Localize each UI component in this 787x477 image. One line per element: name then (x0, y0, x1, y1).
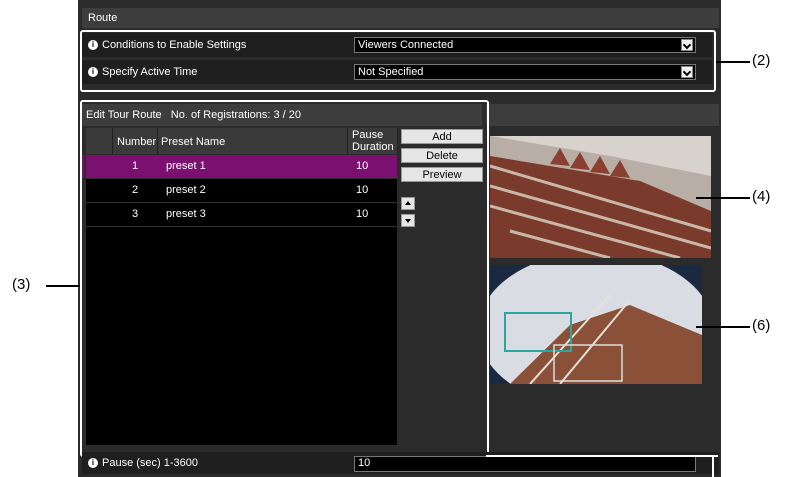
callout-line-3 (46, 285, 80, 287)
callout-box-3 (80, 100, 489, 457)
pause-input-value: 10 (358, 457, 371, 469)
callout-line-6 (696, 326, 750, 328)
callout-label-2: (2) (752, 52, 771, 69)
route-header-title: Route (88, 12, 118, 24)
callout-label-4: (4) (752, 188, 771, 205)
camera-preview (490, 136, 711, 258)
info-icon: i (88, 458, 98, 468)
callout-box-right-edge (712, 455, 714, 477)
callout-line-4 (696, 197, 750, 199)
route-header: Route (82, 8, 719, 28)
callout-label-3: (3) (12, 276, 31, 293)
staircase-image (490, 136, 711, 258)
callout-box-2 (80, 30, 716, 92)
callout-label-6: (6) (752, 317, 771, 334)
fisheye-image (490, 265, 702, 384)
pause-input[interactable]: 10 (354, 456, 696, 472)
preview-header (486, 104, 719, 126)
callout-line-2 (716, 61, 750, 63)
pause-label: Pause (sec) 1-3600 (102, 457, 198, 469)
callout-box-bottom-edge (486, 455, 718, 457)
fisheye-view (490, 265, 702, 384)
